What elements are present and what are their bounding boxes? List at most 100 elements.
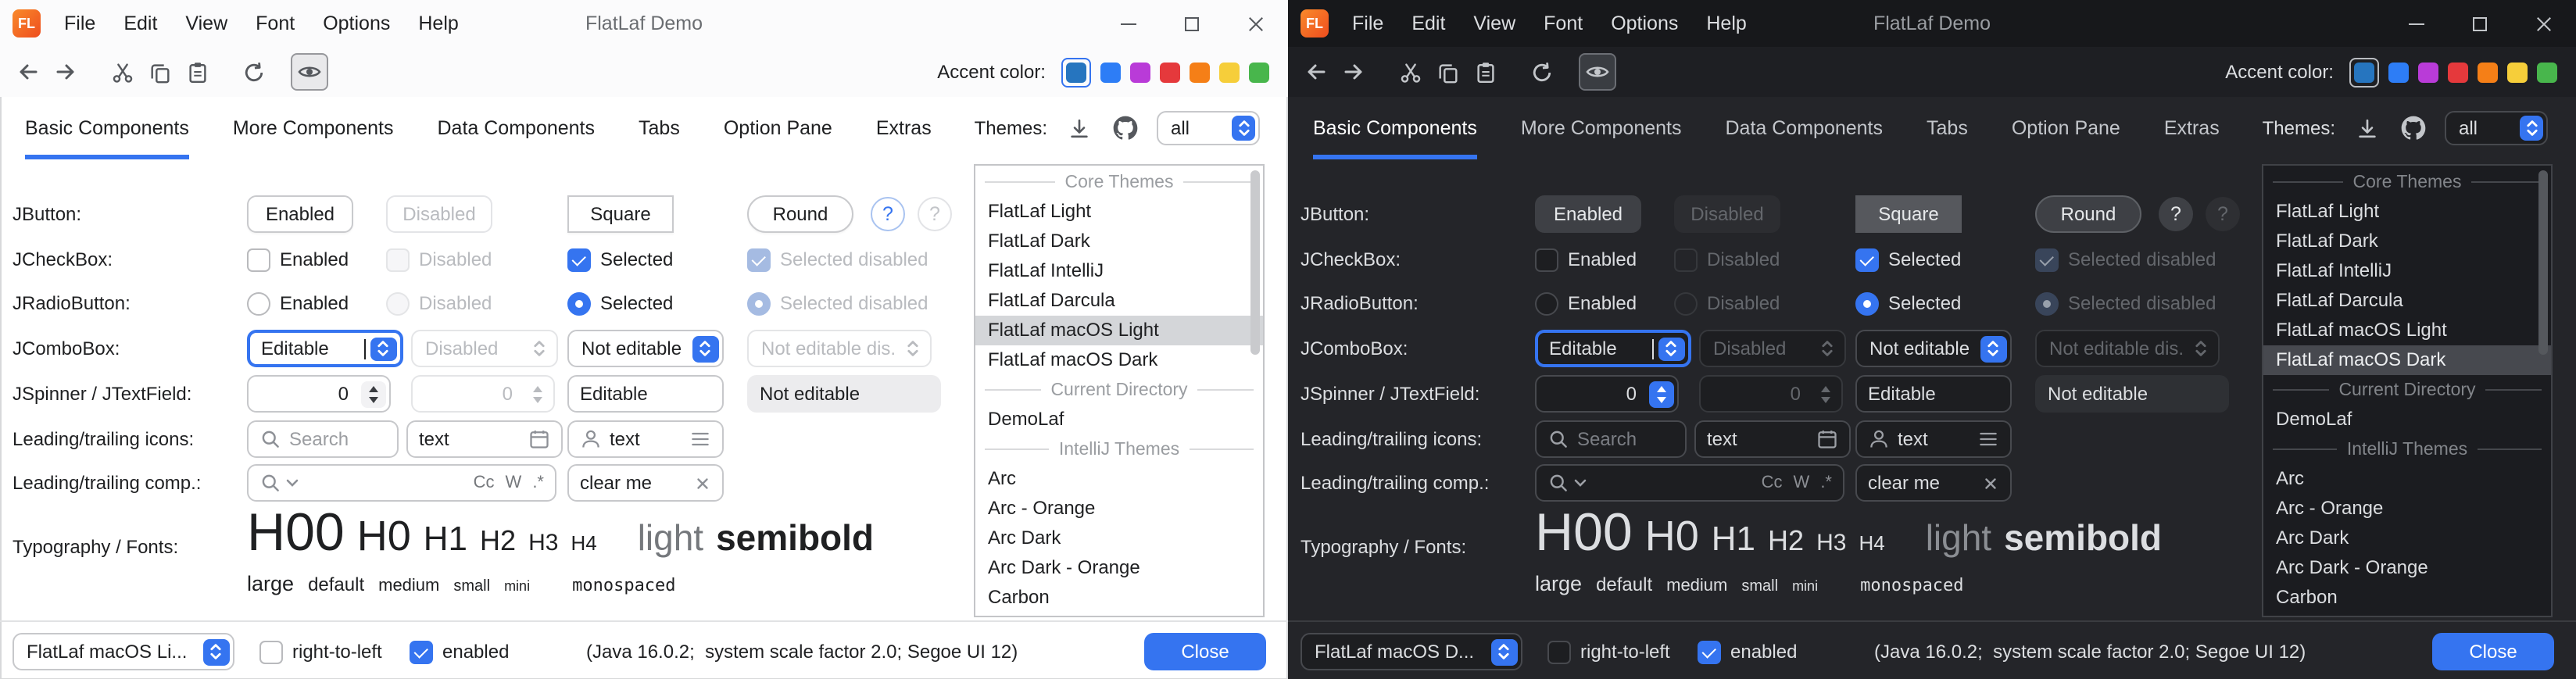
square-button[interactable]: Square [567,195,674,233]
accent-swatch-yellow[interactable] [2507,62,2528,82]
date-field[interactable]: text [406,420,563,458]
menu-help[interactable]: Help [1692,0,1760,47]
accent-swatch-red[interactable] [1160,62,1180,82]
right-to-left-checkbox[interactable]: right-to-left [1547,639,1670,664]
match-case-toggle[interactable]: Cc [474,474,495,492]
tab-more-components[interactable]: More Components [233,97,394,159]
menu-icon[interactable] [1977,428,1999,450]
spinner[interactable]: 0 [247,375,391,413]
clear-me-field[interactable]: clear me [1855,464,2012,502]
theme-list-item[interactable]: Arc - Orange [2263,494,2551,524]
spinner-arrows-icon[interactable] [360,381,385,407]
theme-list-item[interactable]: Carbon [2263,583,2551,613]
theme-list-item[interactable]: Cobalt 2 [975,613,1263,617]
back-button[interactable] [1297,53,1335,91]
tab-extras[interactable]: Extras [2164,97,2220,159]
menu-options[interactable]: Options [309,0,404,47]
theme-list-item[interactable]: Arc Dark - Orange [975,553,1263,583]
enabled-checkbox[interactable]: enabled [410,639,509,664]
regex-toggle[interactable]: .* [532,474,544,492]
combobox-arrows-icon[interactable] [1490,638,1517,665]
back-button[interactable] [9,53,47,91]
accent-swatch-default[interactable] [1066,62,1086,82]
forward-button[interactable] [47,53,84,91]
combobox-arrows-icon[interactable] [370,337,396,360]
right-to-left-checkbox[interactable]: right-to-left [259,639,382,664]
accent-swatch-blue[interactable] [1100,62,1121,82]
theme-list-item[interactable]: FlatLaf Dark [975,227,1263,256]
menu-options[interactable]: Options [1597,0,1692,47]
tab-basic-components[interactable]: Basic Components [1313,97,1477,159]
combobox-editable[interactable]: Editable [1535,330,1691,367]
menu-font[interactable]: Font [1530,0,1597,47]
search-field[interactable]: Search [247,420,399,458]
chevron-down-icon[interactable] [286,478,299,488]
accent-swatch-red[interactable] [2448,62,2468,82]
radio-selected[interactable]: Selected [1855,291,1961,316]
theme-list-item-selected[interactable]: FlatLaf macOS Light [975,316,1263,345]
clear-icon[interactable] [1982,474,1999,491]
accent-swatch-magenta[interactable] [1130,62,1150,82]
theme-list-item[interactable]: DemoLaf [975,405,1263,434]
menu-view[interactable]: View [171,0,242,47]
radio-selected[interactable]: Selected [567,291,673,316]
github-button[interactable] [2398,113,2429,144]
regex-toggle[interactable]: .* [1820,474,1832,492]
help-button[interactable]: ? [2159,197,2193,231]
forward-button[interactable] [1335,53,1372,91]
user-field[interactable]: text [567,420,724,458]
tab-tabs[interactable]: Tabs [639,97,680,159]
github-button[interactable] [1110,113,1141,144]
textfield-editable[interactable]: Editable [1855,375,2012,413]
themes-scrollbar-thumb[interactable] [1250,170,1260,355]
date-field[interactable]: text [1694,420,1851,458]
spinner[interactable]: 0 [1535,375,1679,413]
combobox-arrows-icon[interactable] [1658,337,1684,360]
combobox-arrows-icon[interactable] [202,638,229,665]
square-button[interactable]: Square [1855,195,1962,233]
laf-selector-combobox[interactable]: FlatLaf macOS D... [1301,633,1522,670]
theme-list-item[interactable]: DemoLaf [2263,405,2551,434]
enabled-button[interactable]: Enabled [247,195,353,233]
cut-button[interactable] [1391,53,1429,91]
accent-swatch-yellow[interactable] [1219,62,1240,82]
theme-list-item[interactable]: Carbon [975,583,1263,613]
theme-list-item[interactable]: Arc Dark [2263,524,2551,553]
theme-list-item-selected[interactable]: FlatLaf macOS Dark [2263,345,2551,375]
download-themes-button[interactable] [1063,113,1094,144]
menu-icon[interactable] [689,428,711,450]
menu-font[interactable]: Font [242,0,309,47]
textfield-editable[interactable]: Editable [567,375,724,413]
theme-list-item[interactable]: FlatLaf Dark [2263,227,2551,256]
tab-more-components[interactable]: More Components [1521,97,1682,159]
accent-swatch-default[interactable] [2354,62,2374,82]
combobox-arrows-icon[interactable] [1980,335,2006,362]
checkbox-selected[interactable]: Selected [567,247,673,272]
checkbox-enabled[interactable]: Enabled [247,247,349,272]
theme-list-item[interactable]: Arc [2263,464,2551,494]
tab-option-pane[interactable]: Option Pane [2012,97,2120,159]
help-button[interactable]: ? [871,197,905,231]
paste-button[interactable] [178,53,216,91]
radio-enabled[interactable]: Enabled [1535,291,1637,316]
theme-list-item[interactable]: FlatLaf Darcula [2263,286,2551,316]
show-hidden-toggle-button[interactable] [1579,53,1616,91]
theme-list-item[interactable]: FlatLaf Light [2263,197,2551,227]
download-themes-button[interactable] [2351,113,2382,144]
menu-edit[interactable]: Edit [109,0,171,47]
combobox-arrows-icon[interactable] [692,335,718,362]
titlebar[interactable]: FL File Edit View Font Options Help Flat… [0,0,1288,47]
copy-button[interactable] [1429,53,1466,91]
tab-basic-components[interactable]: Basic Components [25,97,189,159]
theme-list-item[interactable]: Arc Dark [975,524,1263,553]
maximize-button[interactable] [1160,0,1224,47]
menu-file[interactable]: File [1338,0,1397,47]
accent-swatch-orange[interactable] [1190,62,1210,82]
enabled-checkbox[interactable]: enabled [1698,639,1797,664]
menu-view[interactable]: View [1459,0,1530,47]
maximize-button[interactable] [2448,0,2512,47]
menu-help[interactable]: Help [404,0,472,47]
chevron-down-icon[interactable] [1574,478,1587,488]
refresh-button[interactable] [234,53,272,91]
refresh-button[interactable] [1522,53,1560,91]
